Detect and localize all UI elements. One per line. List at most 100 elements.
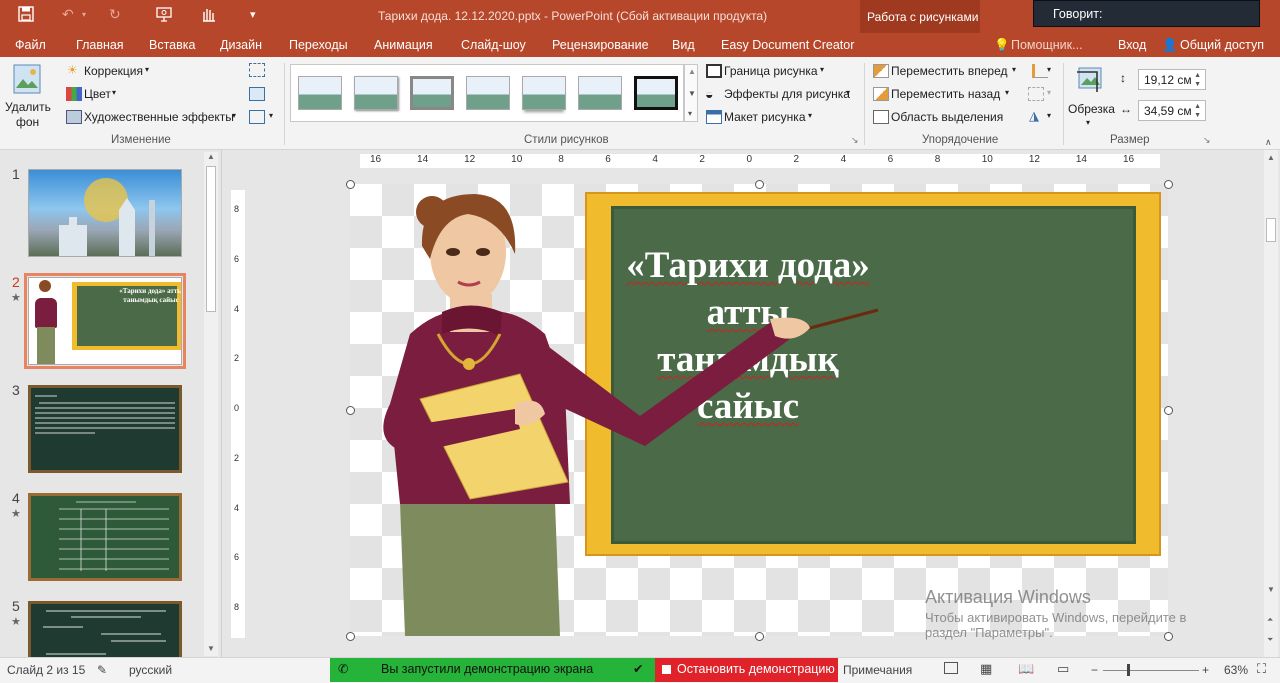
undo-icon[interactable]: ↶ <box>62 6 74 23</box>
spelling-check-icon[interactable]: ✎ <box>97 663 107 677</box>
resize-handle-left[interactable] <box>346 406 355 415</box>
tell-me-box[interactable]: Помощник... <box>1011 38 1083 52</box>
tab-transitions[interactable]: Переходы <box>289 38 348 52</box>
zoom-slider[interactable] <box>1103 670 1199 671</box>
collapse-ribbon-icon[interactable]: ∧ <box>1265 137 1272 148</box>
bring-forward-button[interactable]: Переместить вперед <box>891 64 1007 78</box>
compress-pictures-icon[interactable] <box>249 63 265 77</box>
crop-dropdown-icon[interactable]: ▾ <box>1086 118 1090 127</box>
reading-view-icon[interactable]: 📖 <box>1018 661 1034 677</box>
change-picture-icon[interactable] <box>249 87 265 101</box>
picture-layout-dropdown-icon[interactable]: ▾ <box>808 111 812 120</box>
artistic-effects-button[interactable]: Художественные эффекты <box>84 110 234 124</box>
picture-border-button[interactable]: Граница рисунка <box>724 64 818 78</box>
stop-share-button[interactable]: Остановить демонстрацию <box>655 658 838 682</box>
tab-file[interactable]: Файл <box>15 38 46 52</box>
tab-home[interactable]: Главная <box>76 38 124 52</box>
color-dropdown-icon[interactable]: ▾ <box>112 88 116 97</box>
slide-thumbnail-4[interactable] <box>28 493 182 581</box>
picture-style-3[interactable] <box>410 76 454 110</box>
zoom-out-icon[interactable]: − <box>1091 663 1098 677</box>
undo-dropdown-icon[interactable]: ▾ <box>82 10 86 19</box>
tab-animation[interactable]: Анимация <box>374 38 433 52</box>
zoom-slider-thumb[interactable] <box>1127 664 1130 676</box>
picture-border-dropdown-icon[interactable]: ▾ <box>820 65 824 74</box>
rotate-icon[interactable]: ◮ <box>1029 108 1039 124</box>
picture-effects-dropdown-icon[interactable]: ▾ <box>846 88 850 97</box>
share-button[interactable]: Общий доступ <box>1180 38 1264 52</box>
resize-handle-top[interactable] <box>755 180 764 189</box>
align-dropdown-icon[interactable]: ▾ <box>1047 65 1051 74</box>
redo-icon[interactable]: ↻ <box>109 6 121 23</box>
align-icon[interactable] <box>1032 64 1048 78</box>
correction-dropdown-icon[interactable]: ▾ <box>145 65 149 74</box>
artistic-effects-dropdown-icon[interactable]: ▾ <box>232 111 236 120</box>
styles-dialog-launcher-icon[interactable]: ↘ <box>851 135 859 146</box>
next-slide-icon[interactable]: ⏷ <box>1267 635 1273 645</box>
gallery-scroll[interactable]: ▲ ▼ ▾ <box>684 64 698 122</box>
picture-style-6[interactable] <box>578 76 622 110</box>
color-button[interactable]: Цвет <box>84 87 111 101</box>
send-backward-dropdown-icon[interactable]: ▾ <box>1005 88 1009 97</box>
rotate-dropdown-icon[interactable]: ▾ <box>1047 111 1051 120</box>
slide-sorter-icon[interactable]: ▦ <box>980 661 992 677</box>
editor-scrollbar[interactable]: ▲ ▼ ⏶ ⏷ <box>1264 150 1278 657</box>
picture-layout-button[interactable]: Макет рисунка <box>724 110 806 124</box>
slide-canvas[interactable]: «Тарихи дода» атты танымдық сайыс <box>350 184 1168 636</box>
picture-style-5[interactable] <box>522 76 566 110</box>
gallery-down-icon[interactable]: ▼ <box>688 89 696 98</box>
group-dropdown-icon[interactable]: ▾ <box>1047 88 1051 97</box>
tab-slideshow[interactable]: Слайд-шоу <box>461 38 526 52</box>
reset-dropdown-icon[interactable]: ▾ <box>269 111 273 120</box>
scrollbar-thumb[interactable] <box>1266 218 1276 242</box>
scrollbar-thumb[interactable] <box>206 166 216 312</box>
reset-picture-icon[interactable] <box>249 110 265 124</box>
save-icon[interactable] <box>18 6 34 25</box>
width-spinner-icon[interactable]: ▲ ▼ <box>1194 102 1201 120</box>
normal-view-icon[interactable] <box>944 662 958 674</box>
gallery-up-icon[interactable]: ▲ <box>688 67 696 76</box>
tab-view[interactable]: Вид <box>672 38 695 52</box>
present-from-start-icon[interactable] <box>156 6 172 25</box>
scroll-down-icon[interactable]: ▼ <box>207 644 215 653</box>
crop-button[interactable]: Обрезка ▾ <box>1066 61 1115 131</box>
slide-thumbnail-3[interactable] <box>28 385 182 473</box>
send-backward-button[interactable]: Переместить назад <box>891 87 1000 101</box>
zoom-level[interactable]: 63% <box>1224 663 1248 677</box>
picture-effects-button[interactable]: Эффекты для рисунка <box>724 87 850 101</box>
picture-style-1[interactable] <box>298 76 342 110</box>
scroll-up-icon[interactable]: ▲ <box>207 152 215 161</box>
slide-thumbnail-2[interactable]: «Тарихи дода» атты танымдық сайыс <box>24 273 186 369</box>
screen-share-banner[interactable]: ✆ Вы запустили демонстрацию экрана ✔ <box>330 658 655 682</box>
tab-easy-document-creator[interactable]: Easy Document Creator <box>721 38 854 52</box>
fit-to-window-icon[interactable]: ⛶ <box>1257 661 1266 677</box>
resize-handle-bottom[interactable] <box>755 632 764 641</box>
picture-style-2[interactable] <box>354 76 398 110</box>
scroll-down-icon[interactable]: ▼ <box>1267 585 1275 594</box>
bring-forward-dropdown-icon[interactable]: ▾ <box>1012 65 1016 74</box>
thumbnails-scrollbar[interactable]: ▲ ▼ <box>204 152 218 656</box>
resize-handle-top-right[interactable] <box>1164 180 1173 189</box>
group-objects-icon[interactable] <box>1028 87 1044 101</box>
scroll-up-icon[interactable]: ▲ <box>1267 153 1275 162</box>
selection-pane-button[interactable]: Область выделения <box>891 110 1003 124</box>
slide-thumbnail-1[interactable] <box>28 169 182 257</box>
height-spinner-icon[interactable]: ▲ ▼ <box>1194 71 1201 89</box>
resize-handle-top-left[interactable] <box>346 180 355 189</box>
sign-in-link[interactable]: Вход <box>1118 38 1146 52</box>
slideshow-icon[interactable]: ▭ <box>1057 661 1069 677</box>
resize-handle-right[interactable] <box>1164 406 1173 415</box>
touch-mode-icon[interactable] <box>201 6 217 25</box>
tab-design[interactable]: Дизайн <box>220 38 262 52</box>
picture-style-4[interactable] <box>466 76 510 110</box>
picture-style-7[interactable] <box>633 75 679 111</box>
language-indicator[interactable]: русский <box>129 663 172 677</box>
tab-review[interactable]: Рецензирование <box>552 38 649 52</box>
resize-handle-bottom-left[interactable] <box>346 632 355 641</box>
remove-background-button[interactable]: Удалить фон <box>4 61 51 131</box>
tab-insert[interactable]: Вставка <box>149 38 195 52</box>
gallery-more-icon[interactable]: ▾ <box>688 109 692 118</box>
width-input[interactable]: 34,59 см ▲ ▼ <box>1138 100 1206 121</box>
notes-button[interactable]: Примечания <box>843 663 912 677</box>
customize-qat-icon[interactable]: ▾ <box>250 8 256 21</box>
